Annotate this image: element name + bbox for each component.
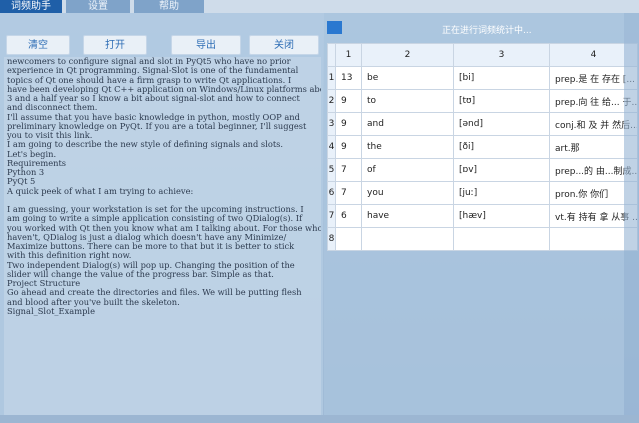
table-cell[interactable]: 9 — [335, 89, 362, 113]
table-row[interactable]: 7 6 have [hæv] vt.有 持有 拿 从事 ... — [327, 204, 638, 228]
row-number[interactable]: 4 — [327, 135, 336, 159]
table-cell[interactable] — [453, 227, 550, 251]
table-cell[interactable]: [ði] — [453, 135, 550, 159]
table-row[interactable]: 6 7 you [juː] pron.你 你们 — [327, 181, 638, 205]
clear-button[interactable]: 清空 — [6, 35, 70, 55]
column-header[interactable]: 3 — [453, 43, 550, 67]
table-cell[interactable]: 7 — [335, 181, 362, 205]
row-number[interactable]: 1 — [327, 66, 336, 90]
tab-help[interactable]: 帮助 — [134, 0, 204, 13]
table-cell[interactable]: 13 — [335, 66, 362, 90]
column-header[interactable]: 1 — [335, 43, 362, 67]
open-button[interactable]: 打开 — [83, 35, 147, 55]
text-editor[interactable]: newcomers to configure signal and slot i… — [4, 57, 321, 423]
table-cell[interactable] — [361, 227, 454, 251]
table-cell[interactable]: [bi] — [453, 66, 550, 90]
table-cell[interactable]: [hæv] — [453, 204, 550, 228]
table-cell[interactable]: have — [361, 204, 454, 228]
editor-line: A quick peek of what I am trying to achi… — [7, 185, 194, 196]
table-cell[interactable]: [juː] — [453, 181, 550, 205]
table-corner[interactable] — [327, 43, 336, 67]
menu-bar: 词频助手 设置 帮助 — [0, 0, 639, 13]
table-row[interactable]: 1 13 be [bi] prep.是 在 存在 [... — [327, 66, 638, 90]
row-number[interactable]: 3 — [327, 112, 336, 136]
table-row[interactable]: 5 7 of [ɒv] prep...的 由...制成... — [327, 158, 638, 182]
column-header[interactable]: 2 — [361, 43, 454, 67]
table-cell[interactable]: the — [361, 135, 454, 159]
table-cell[interactable]: [tʊ] — [453, 89, 550, 113]
table-cell[interactable]: and — [361, 112, 454, 136]
table-cell[interactable]: to — [361, 89, 454, 113]
editor-line: Signal_Slot_Example — [7, 305, 95, 316]
table-cell[interactable]: of — [361, 158, 454, 182]
table-row[interactable]: 3 9 and [ənd] conj.和 及 并 然后... — [327, 112, 638, 136]
editor-line: Python 3 — [7, 167, 45, 177]
editor-line: Requirements — [7, 157, 67, 168]
row-number[interactable]: 7 — [327, 204, 336, 228]
word-frequency-table: 1 2 3 4 1 13 be [bi] prep.是 在 存在 [... 2 9 to [tʊ… — [327, 43, 638, 251]
results-panel: 正在进行词频统计中... 1 2 3 4 1 13 be [bi] prep.是 在 存… — [324, 13, 638, 415]
table-cell[interactable]: be — [361, 66, 454, 90]
table-cell[interactable]: 9 — [335, 112, 362, 136]
table-cell[interactable]: [ɒv] — [453, 158, 550, 182]
table-row[interactable]: 4 9 the [ði] art.那 — [327, 135, 638, 159]
table-cell[interactable]: 9 — [335, 135, 362, 159]
table-header-row: 1 2 3 4 — [327, 43, 638, 67]
row-number[interactable]: 2 — [327, 89, 336, 113]
row-number[interactable]: 5 — [327, 158, 336, 182]
tab-settings[interactable]: 设置 — [66, 0, 130, 13]
table-cell[interactable]: 7 — [335, 158, 362, 182]
table-cell[interactable]: [ənd] — [453, 112, 550, 136]
close-button[interactable]: 关闭 — [249, 35, 319, 55]
status-indicator — [327, 21, 342, 34]
table-cell[interactable]: 6 — [335, 204, 362, 228]
row-number[interactable]: 8 — [327, 227, 336, 251]
table-cell[interactable]: you — [361, 181, 454, 205]
background-window-edge — [624, 13, 639, 423]
status-text: 正在进行词频统计中... — [442, 26, 532, 36]
row-number[interactable]: 6 — [327, 181, 336, 205]
tab-word-frequency-assistant[interactable]: 词频助手 — [0, 0, 62, 13]
table-row[interactable]: 8 — [327, 227, 638, 251]
table-row[interactable]: 2 9 to [tʊ] prep.向 往 给... 于... — [327, 89, 638, 113]
export-button[interactable]: 导出 — [171, 35, 241, 55]
table-cell[interactable] — [335, 227, 362, 251]
bottom-strip — [0, 415, 639, 423]
editor-panel: 清空 打开 导出 关闭 newcomers to configure signa… — [0, 13, 323, 423]
